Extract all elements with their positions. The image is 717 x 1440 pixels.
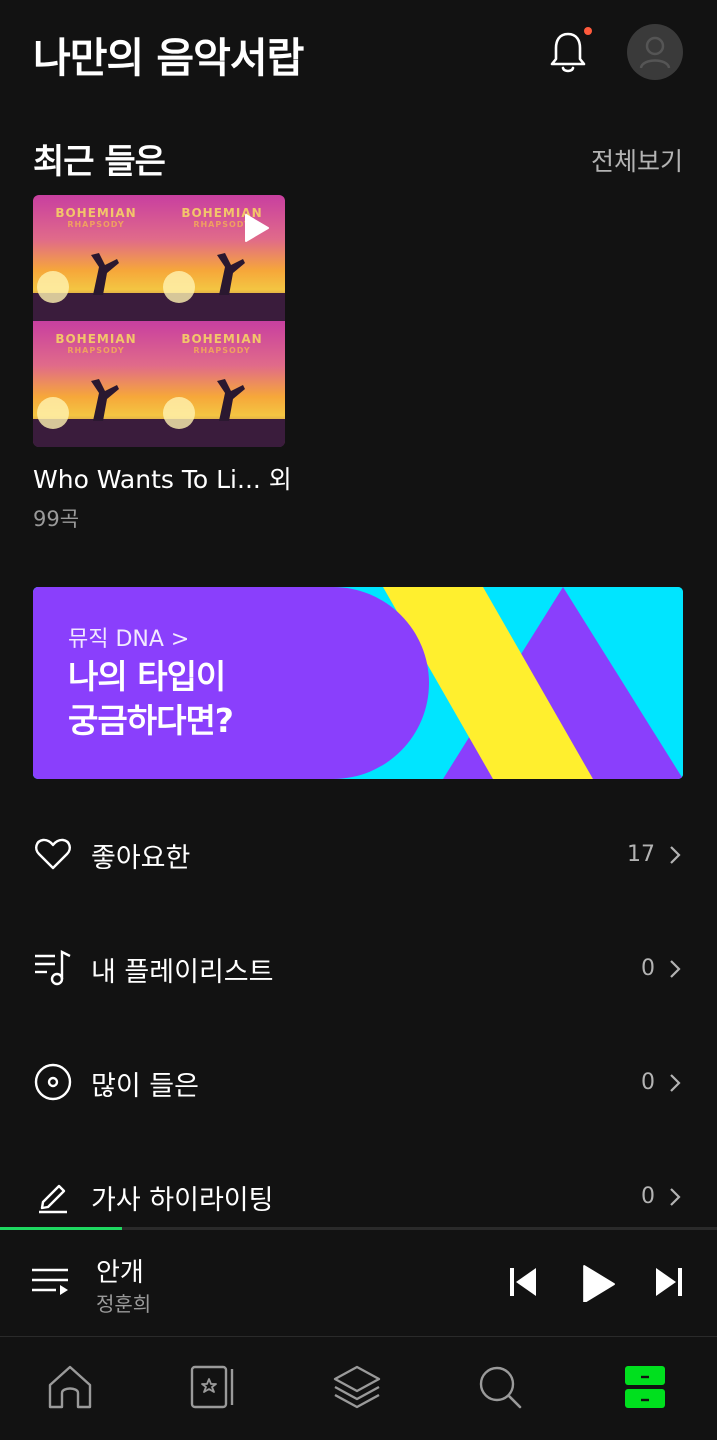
user-icon	[639, 36, 671, 69]
heart-icon	[35, 838, 71, 870]
album-track-count: 99곡	[33, 507, 80, 531]
page-title: 나만의 음악서랍	[33, 34, 304, 82]
list-item-liked[interactable]: 좋아요한 17	[0, 809, 717, 899]
home-icon[interactable]	[42, 1359, 98, 1415]
music-dna-banner[interactable]: 뮤직 DNA > 나의 타입이 궁금하다면?	[33, 587, 683, 779]
list-item-label: 가사 하이라이팅	[91, 1185, 274, 1216]
header: 나만의 음악서랍	[0, 0, 717, 110]
notification-dot	[584, 27, 592, 35]
list-item-most-played[interactable]: 많이 들은 0	[0, 1037, 717, 1127]
highlight-pen-icon	[39, 1184, 67, 1214]
list-item-count: 0	[641, 956, 655, 981]
track-title: 안개	[96, 1258, 144, 1288]
list-item-label: 좋아요한	[91, 843, 191, 874]
mini-player[interactable]: 안개 정훈희	[0, 1230, 717, 1337]
star-card-icon[interactable]	[186, 1359, 242, 1415]
layers-icon[interactable]	[329, 1359, 385, 1415]
bell-icon[interactable]	[546, 28, 590, 76]
track-artist: 정훈희	[96, 1292, 152, 1316]
chevron-right-icon	[670, 1074, 681, 1092]
cover-text: BOHEMIAN RHAPSODY	[181, 332, 263, 355]
chevron-right-icon	[670, 1188, 681, 1206]
chevron-right-icon	[670, 846, 681, 864]
banner-headline: 나의 타입이 궁금하다면?	[68, 657, 234, 740]
see-all-link[interactable]: 전체보기	[591, 142, 683, 178]
cover-tile: BOHEMIAN RHAPSODY	[33, 321, 159, 447]
cover-tile: BOHEMIAN RHAPSODY	[159, 321, 285, 447]
cover-text: BOHEMIAN RHAPSODY	[55, 332, 137, 355]
list-item-count: 0	[641, 1070, 655, 1095]
album-title[interactable]: Who Wants To Li... 외	[33, 460, 292, 496]
play-icon[interactable]	[241, 212, 271, 244]
next-icon[interactable]	[652, 1264, 686, 1300]
avatar[interactable]	[627, 24, 683, 80]
search-icon[interactable]	[472, 1359, 528, 1415]
list-item-label: 많이 들은	[91, 1071, 199, 1102]
bottom-tab-bar	[0, 1337, 717, 1440]
queue-icon[interactable]	[30, 1264, 70, 1300]
playlist-icon	[35, 950, 71, 986]
section-title-recent: 최근 들은	[33, 142, 166, 182]
drawer-icon[interactable]	[617, 1359, 673, 1415]
cover-text: BOHEMIAN RHAPSODY	[55, 206, 137, 229]
previous-icon[interactable]	[506, 1264, 540, 1300]
cover-tile: BOHEMIAN RHAPSODY	[33, 195, 159, 321]
chevron-right-icon	[670, 960, 681, 978]
banner-subtitle: 뮤직 DNA >	[68, 627, 190, 652]
list-item-count: 0	[641, 1184, 655, 1209]
list-item-label: 내 플레이리스트	[91, 957, 274, 988]
disc-icon	[34, 1063, 72, 1101]
play-icon[interactable]	[580, 1262, 616, 1302]
list-item-playlist[interactable]: 내 플레이리스트 0	[0, 923, 717, 1013]
list-item-count: 17	[627, 842, 655, 867]
